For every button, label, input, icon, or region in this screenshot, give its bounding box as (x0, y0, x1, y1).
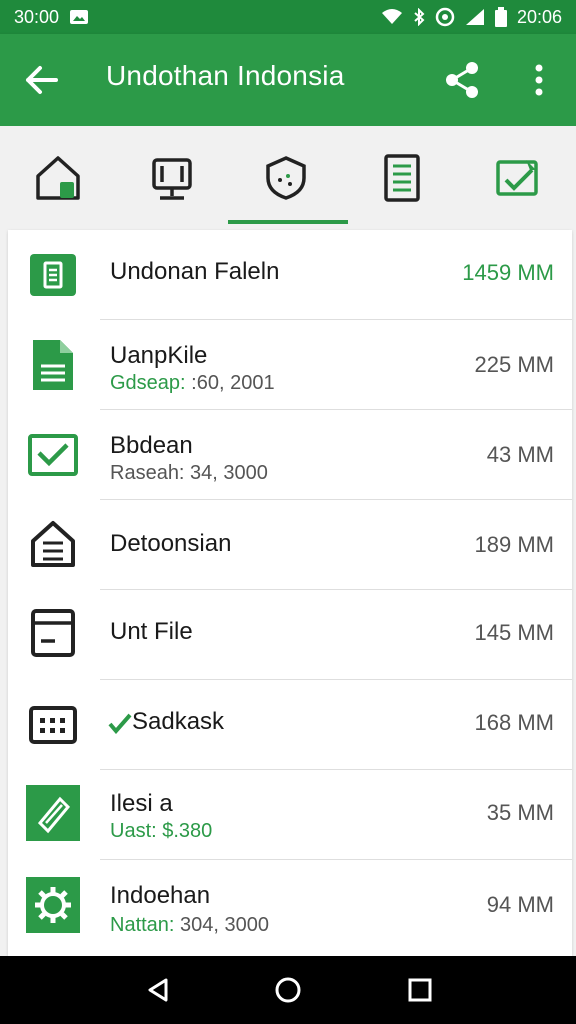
status-time-left: 30:00 (14, 6, 60, 27)
file-name: Ilesi a (110, 790, 173, 817)
file-row[interactable]: Indoehan Nattan: 304, 3000 94 MM (8, 860, 572, 956)
file-row[interactable]: Sadkask 168 MM (8, 680, 572, 770)
file-list: Undonan Faleln 1459 MM UanpKile Gdsеар: … (8, 230, 572, 956)
checkmark-icon (108, 713, 132, 734)
file-name: Undonan Faleln (110, 258, 280, 285)
system-nav-bar (0, 956, 576, 1024)
document-list-icon (384, 154, 420, 202)
share-icon[interactable] (442, 60, 482, 100)
file-subtitle: Raseah: 34, 3000 (110, 462, 268, 484)
file-row[interactable]: Unt File 145 MM (8, 590, 572, 680)
home-nav-icon[interactable] (274, 976, 302, 1004)
gear-icon (26, 877, 80, 933)
file-subtitle-value: 304, 3000 (174, 914, 270, 936)
file-row[interactable]: Bbdean Raseah: 34, 3000 43 MM (8, 410, 572, 500)
page-title: Undothan Indonsia (106, 60, 345, 91)
file-name: Sadkask (132, 708, 225, 735)
file-subtitle-key: Nattan: (110, 914, 175, 936)
document-icon (26, 338, 80, 392)
battery-icon (494, 7, 507, 27)
file-name: Detoonsian (110, 530, 232, 557)
file-name: Bbdean (110, 432, 193, 459)
file-row[interactable]: UanpKile Gdsеар: :60, 2001 225 MM (8, 320, 572, 410)
email-check-icon (26, 428, 80, 482)
back-arrow-icon[interactable] (22, 61, 60, 99)
tab-monitor[interactable] (142, 148, 202, 208)
file-row[interactable]: Undonan Faleln 1459 MM (8, 230, 572, 320)
tab-shield[interactable] (256, 148, 316, 208)
file-size: 43 MM (486, 442, 554, 467)
file-name: UanpKile (110, 342, 208, 369)
sync-icon (435, 7, 455, 27)
tab-document-list[interactable] (372, 148, 432, 208)
active-tab-indicator (228, 220, 348, 224)
file-name: Unt File (110, 618, 193, 645)
status-time-right: 20:06 (516, 6, 562, 27)
home-icon (36, 156, 80, 200)
image-notification-icon (70, 10, 89, 24)
file-size: 225 MM (474, 352, 554, 377)
file-size: 94 MM (486, 892, 554, 917)
more-vert-icon[interactable] (526, 62, 552, 98)
file-row[interactable]: Detoonsian 189 MM (8, 500, 572, 590)
tab-mail-check[interactable] (488, 148, 548, 208)
tag-icon (26, 785, 80, 841)
signal-icon (465, 9, 484, 25)
back-nav-icon[interactable] (144, 976, 172, 1004)
tab-home[interactable] (28, 148, 88, 208)
file-size: 1459 MM (462, 260, 554, 285)
file-size: 35 MM (486, 800, 554, 825)
monitor-icon (152, 158, 192, 200)
file-subtitle: Nattan: 304, 3000 (110, 914, 269, 937)
house-icon (26, 516, 80, 570)
recents-nav-icon[interactable] (406, 976, 434, 1004)
folder-doc-icon (26, 248, 80, 302)
file-subtitle-key: Uast: (110, 820, 157, 842)
file-row[interactable]: Ilesi a Uast: $.380 35 MM (8, 770, 572, 860)
status-bar: 30:00 20:06 (0, 0, 576, 34)
keyboard-icon (26, 698, 80, 752)
app-bar: Undothan Indonsia (0, 34, 576, 126)
file-subtitle: Uast: $.380 (110, 820, 212, 843)
shield-icon (266, 156, 306, 200)
bluetooth-icon (414, 8, 425, 26)
file-subtitle-value: :60, 2001 (185, 372, 275, 394)
wifi-icon (381, 9, 402, 24)
file-outline-icon (26, 606, 80, 660)
mail-check-icon (496, 160, 538, 196)
file-size: 168 MM (474, 710, 554, 735)
file-name: Indoehan (110, 882, 211, 909)
file-subtitle-key: Gdsеар: (110, 372, 186, 394)
file-subtitle-value: $.380 (156, 820, 213, 842)
file-size: 189 MM (474, 532, 554, 557)
file-size: 145 MM (474, 620, 554, 645)
file-subtitle: Gdsеар: :60, 2001 (110, 372, 275, 395)
tab-bar (0, 126, 576, 226)
